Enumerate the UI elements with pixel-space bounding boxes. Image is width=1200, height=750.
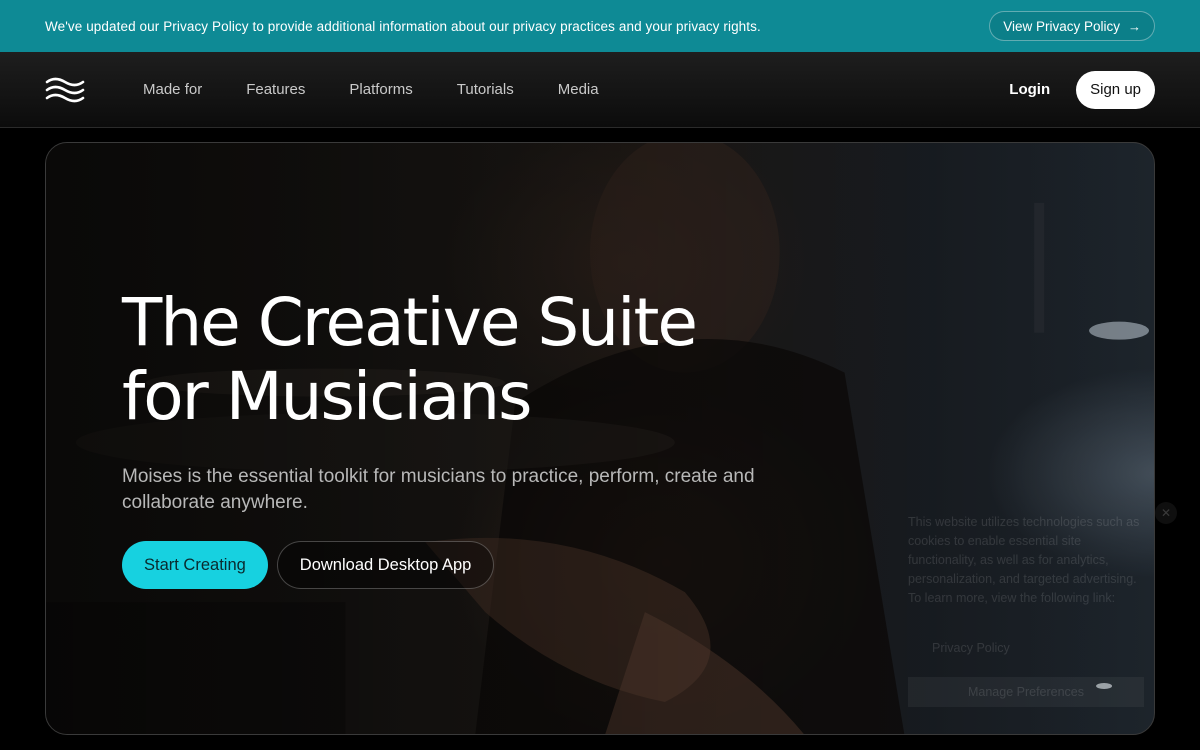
top-navigation: Made for Features Platforms Tutorials Me… [0, 52, 1200, 128]
download-desktop-app-button[interactable]: Download Desktop App [276, 541, 495, 589]
nav-item-platforms[interactable]: Platforms [349, 81, 412, 98]
hero-subtitle: Moises is the essential toolkit for musi… [122, 466, 755, 513]
hero-content: The Creative Suite for Musicians Moises … [122, 286, 842, 589]
nav-account-actions: Login Sign up [1009, 70, 1155, 109]
nav-links: Made for Features Platforms Tutorials Me… [143, 81, 599, 98]
view-privacy-policy-button[interactable]: View Privacy Policy → [989, 11, 1155, 41]
login-link[interactable]: Login [1009, 81, 1050, 98]
hero-title-line-2: for Musicians [122, 358, 533, 435]
cookie-close-icon[interactable]: ✕ [1155, 502, 1177, 524]
signup-button[interactable]: Sign up [1076, 70, 1155, 109]
start-creating-button[interactable]: Start Creating [122, 541, 268, 589]
hero-title-line-1: The Creative Suite [122, 284, 698, 361]
privacy-banner-text: We've updated our Privacy Policy to prov… [45, 18, 761, 34]
nav-item-media[interactable]: Media [558, 81, 599, 98]
moises-logo-icon[interactable] [45, 77, 85, 103]
manage-preferences-button[interactable]: Manage Preferences [908, 677, 1144, 707]
nav-item-made-for[interactable]: Made for [143, 81, 202, 98]
hero-title: The Creative Suite for Musicians [122, 286, 842, 434]
cookie-privacy-link[interactable]: Privacy Policy [932, 639, 1010, 658]
arrow-right-icon: → [1128, 18, 1141, 34]
cookie-notice: This website utilizes technologies such … [908, 513, 1153, 713]
cookie-notice-text: This website utilizes technologies such … [908, 515, 1140, 605]
hero-actions: Start Creating Download Desktop App [122, 541, 842, 589]
nav-item-features[interactable]: Features [246, 81, 305, 98]
nav-item-tutorials[interactable]: Tutorials [457, 81, 514, 98]
view-privacy-policy-label: View Privacy Policy [1003, 18, 1120, 34]
privacy-banner: We've updated our Privacy Policy to prov… [0, 0, 1200, 52]
hero-section: The Creative Suite for Musicians Moises … [45, 142, 1155, 735]
